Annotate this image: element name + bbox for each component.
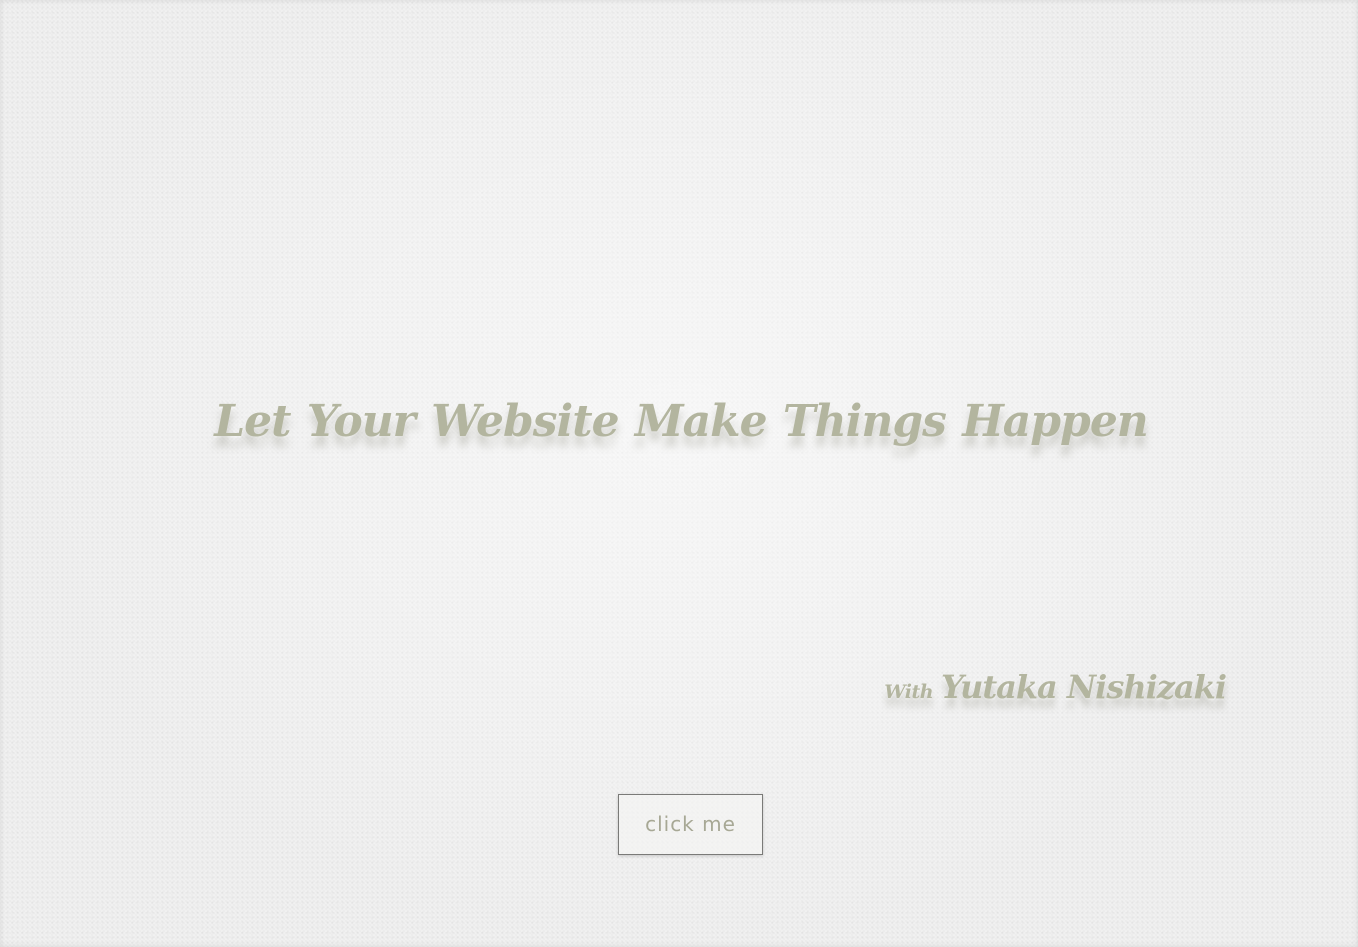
byline-prefix: With — [884, 681, 934, 703]
click-me-button[interactable]: click me — [618, 794, 763, 855]
hero-byline: With Yutaka Nishizaki — [884, 668, 1227, 706]
hero-headline: Let Your Website Make Things Happen — [214, 396, 1149, 447]
byline-author-name: Yutaka Nishizaki — [941, 668, 1227, 706]
